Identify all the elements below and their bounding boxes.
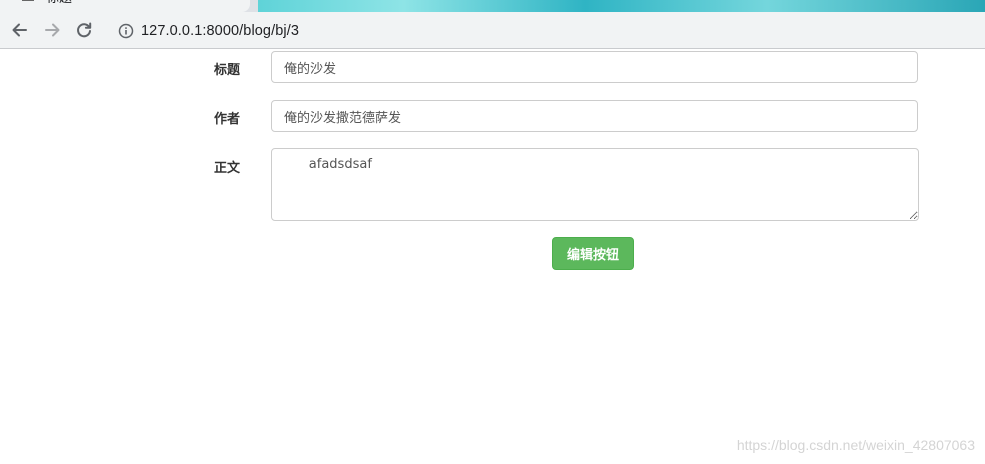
body-label: 正文 (213, 161, 240, 176)
reload-button[interactable] (72, 18, 96, 42)
author-label: 作者 (213, 112, 240, 127)
browser-tab-strip: 标题 (0, 0, 985, 12)
title-label: 标题 (213, 63, 240, 78)
body-textarea[interactable]: afadsdsaf (271, 148, 919, 221)
title-input[interactable] (271, 51, 918, 83)
watermark-text: https://blog.csdn.net/weixin_42807063 (736, 437, 975, 453)
forward-button[interactable] (40, 18, 64, 42)
reload-icon (77, 22, 92, 38)
browser-toolbar: 127.0.0.1:8000/blog/bj/3 (0, 12, 985, 49)
arrow-right-icon (45, 23, 60, 37)
author-input[interactable] (271, 100, 918, 132)
browser-tab-active[interactable]: 标题 (0, 0, 250, 12)
back-button[interactable] (8, 18, 32, 42)
url-text: 127.0.0.1:8000/blog/bj/3 (141, 22, 300, 39)
info-icon[interactable] (118, 23, 134, 39)
browser-tab-inactive[interactable] (258, 0, 985, 12)
edit-submit-button[interactable]: 编辑按钮 (552, 237, 634, 270)
browser-tab-title: 标题 (46, 0, 72, 6)
address-bar[interactable]: 127.0.0.1:8000/blog/bj/3 (108, 16, 985, 45)
arrow-left-icon (12, 23, 27, 37)
page-favicon-icon (22, 0, 34, 1)
